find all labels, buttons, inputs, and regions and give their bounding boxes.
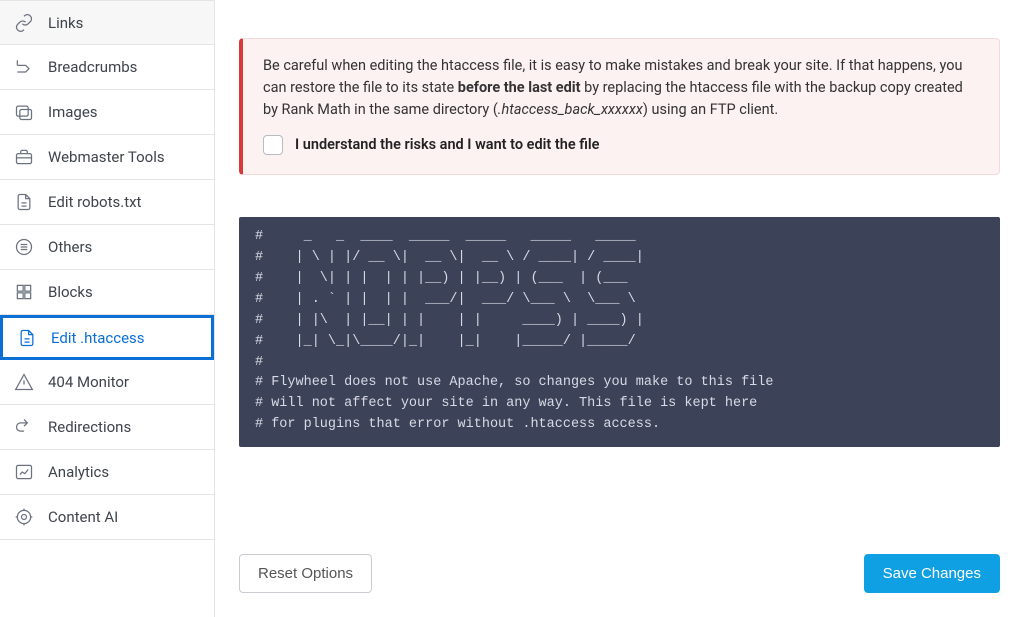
sidebar-item-label: Blocks bbox=[48, 283, 93, 301]
sidebar-item-content-ai[interactable]: Content AI bbox=[0, 495, 214, 540]
risk-acknowledge-label: I understand the risks and I want to edi… bbox=[295, 134, 599, 156]
sidebar-item-404-monitor[interactable]: 404 Monitor bbox=[0, 360, 214, 405]
images-icon bbox=[14, 102, 34, 122]
sidebar-item-label: Redirections bbox=[48, 418, 131, 436]
footer-actions: Reset Options Save Changes bbox=[239, 530, 1000, 593]
sidebar-item-label: Webmaster Tools bbox=[48, 148, 165, 166]
breadcrumbs-icon bbox=[14, 57, 34, 77]
sidebar-item-others[interactable]: Others bbox=[0, 225, 214, 270]
analytics-icon bbox=[14, 462, 34, 482]
sidebar-item-redirections[interactable]: Redirections bbox=[0, 405, 214, 450]
ai-icon bbox=[14, 507, 34, 527]
sidebar-item-links[interactable]: Links bbox=[0, 0, 214, 45]
sidebar-item-blocks[interactable]: Blocks bbox=[0, 270, 214, 315]
sidebar-item-label: Analytics bbox=[48, 463, 109, 481]
reset-options-button[interactable]: Reset Options bbox=[239, 554, 372, 593]
sidebar-item-label: Breadcrumbs bbox=[48, 58, 137, 76]
sidebar-item-label: Others bbox=[48, 238, 92, 256]
file-text-icon bbox=[17, 328, 37, 348]
redirections-icon bbox=[14, 417, 34, 437]
sidebar-item-breadcrumbs[interactable]: Breadcrumbs bbox=[0, 45, 214, 90]
sidebar-item-label: Content AI bbox=[48, 508, 118, 526]
risk-acknowledge-row: I understand the risks and I want to edi… bbox=[263, 134, 979, 156]
sidebar-item-label: Edit robots.txt bbox=[48, 193, 141, 211]
warning-text-bold: before the last edit bbox=[458, 79, 581, 96]
sidebar-item-analytics[interactable]: Analytics bbox=[0, 450, 214, 495]
sidebar-item-label: 404 Monitor bbox=[48, 373, 129, 391]
warning-text: Be careful when editing the htaccess fil… bbox=[263, 55, 979, 120]
toolbox-icon bbox=[14, 147, 34, 167]
sidebar-item-edit-robots[interactable]: Edit robots.txt bbox=[0, 180, 214, 225]
warning-text-part: ) using an FTP client. bbox=[643, 101, 778, 118]
risk-acknowledge-checkbox[interactable] bbox=[263, 135, 283, 155]
sidebar-item-images[interactable]: Images bbox=[0, 90, 214, 135]
sidebar-item-edit-htaccess[interactable]: Edit .htaccess bbox=[0, 315, 214, 360]
blocks-icon bbox=[14, 282, 34, 302]
links-icon bbox=[14, 13, 34, 33]
sidebar-item-webmaster-tools[interactable]: Webmaster Tools bbox=[0, 135, 214, 180]
save-changes-button[interactable]: Save Changes bbox=[864, 554, 1000, 593]
file-text-icon bbox=[14, 192, 34, 212]
warning-text-italic: .htaccess_back_xxxxxx bbox=[498, 101, 643, 118]
warning-alert: Be careful when editing the htaccess fil… bbox=[239, 38, 1000, 175]
sidebar-item-label: Links bbox=[48, 14, 83, 32]
main-content: Be careful when editing the htaccess fil… bbox=[215, 0, 1024, 617]
sidebar-item-label: Edit .htaccess bbox=[51, 329, 145, 347]
settings-sidebar: Links Breadcrumbs Images Webmaster Tools… bbox=[0, 0, 215, 617]
list-icon bbox=[14, 237, 34, 257]
sidebar-item-label: Images bbox=[48, 103, 98, 121]
warning-icon bbox=[14, 372, 34, 392]
htaccess-editor[interactable]: # _ _ ____ _____ _____ _____ _____ # | \… bbox=[239, 217, 1000, 447]
